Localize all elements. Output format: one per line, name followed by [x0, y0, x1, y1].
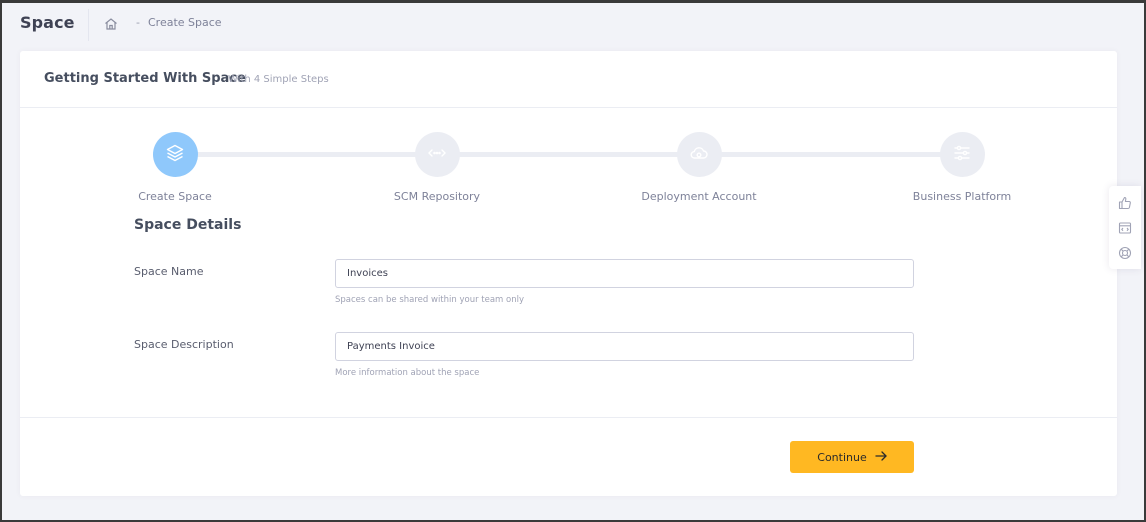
step-label: SCM Repository	[393, 190, 481, 203]
code-arrows-icon	[427, 143, 447, 167]
step-label: Business Platform	[912, 190, 1012, 203]
page-title: Space	[20, 13, 75, 32]
space-description-help: More information about the space	[335, 368, 480, 378]
wizard-progress-line	[175, 152, 965, 157]
step-label: Create Space	[138, 190, 212, 203]
card-subtitle: With 4 Simple Steps	[228, 74, 329, 85]
breadcrumb[interactable]: Create Space	[148, 16, 222, 29]
card-title: Getting Started With Space	[44, 71, 246, 86]
wizard-step-business-platform[interactable]: Business Platform	[882, 132, 1042, 203]
cloud-settings-icon	[689, 143, 709, 167]
space-description-input[interactable]	[335, 332, 914, 361]
space-name-help: Spaces can be shared within your team on…	[335, 295, 525, 305]
card-header: Getting Started With Space With 4 Simple…	[20, 51, 1117, 108]
continue-button[interactable]: Continue	[790, 441, 914, 473]
wizard-step-scm-repository[interactable]: SCM Repository	[357, 132, 517, 203]
breadcrumb-separator: -	[136, 16, 140, 29]
wizard-step-deployment-account[interactable]: Deployment Account	[619, 132, 779, 203]
step-circle	[676, 132, 722, 177]
layers-icon	[165, 143, 185, 167]
space-name-input[interactable]	[335, 259, 914, 288]
space-description-label: Space Description	[134, 338, 234, 351]
code-window-icon[interactable]	[1118, 220, 1132, 234]
title-divider	[88, 9, 89, 41]
wizard-step-create-space[interactable]: Create Space	[95, 132, 255, 203]
step-circle	[939, 132, 985, 177]
thumbs-up-icon[interactable]	[1118, 195, 1132, 210]
lifebuoy-icon[interactable]	[1118, 245, 1132, 260]
home-icon[interactable]	[104, 16, 118, 30]
arrow-right-icon	[875, 450, 887, 464]
create-space-card: Getting Started With Space With 4 Simple…	[20, 51, 1117, 496]
footer-divider	[20, 417, 1117, 418]
floating-toolbar	[1109, 186, 1141, 269]
subheader: Space - Create Space	[0, 3, 1146, 45]
step-label: Deployment Account	[641, 190, 757, 203]
space-name-label: Space Name	[134, 265, 204, 278]
sliders-icon	[952, 143, 972, 167]
step-circle	[152, 132, 198, 177]
section-title: Space Details	[134, 217, 242, 233]
continue-label: Continue	[817, 450, 867, 464]
step-circle	[414, 132, 460, 177]
